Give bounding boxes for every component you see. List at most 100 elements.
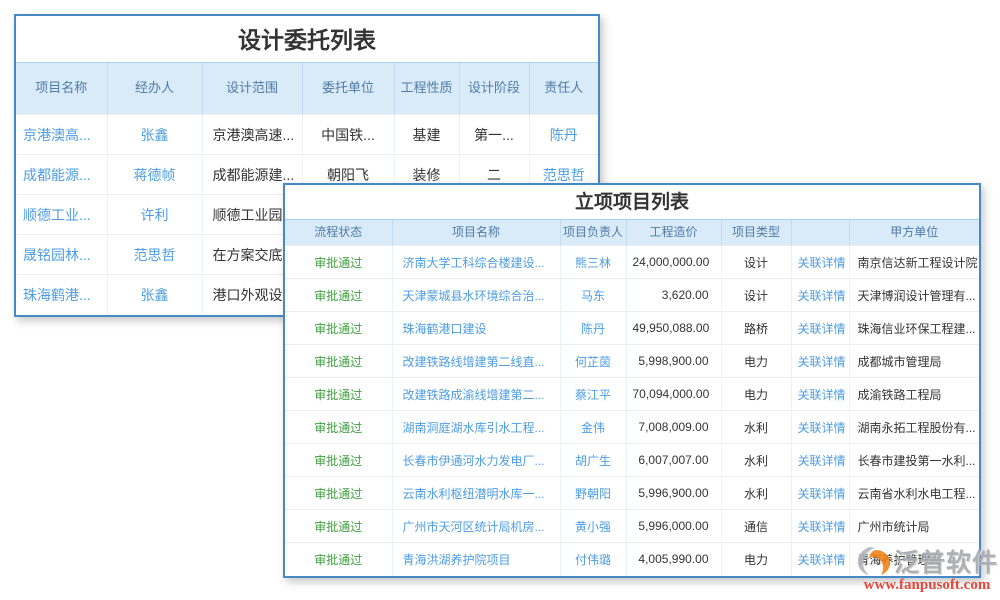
cell-project-cost: 4,005,990.00 (626, 543, 721, 576)
project-initiation-table: 流程状态项目名称项目负责人工程造价项目类型甲方单位 审批通过济南大学工科综合楼建… (285, 219, 979, 576)
column-header-project-cost: 工程造价 (626, 220, 721, 246)
cell-project-leader[interactable]: 蔡江平 (560, 378, 626, 411)
cell-party-a-unit: 长春市建投第一水利... (849, 444, 979, 477)
cell-project-name[interactable]: 晟铭园林... (16, 235, 107, 275)
column-header-project-leader: 项目负责人 (560, 220, 626, 246)
column-header-project-name: 项目名称 (16, 63, 107, 115)
watermark-url-text: www.fanpusoft.com (856, 577, 998, 594)
cell-project-name[interactable]: 改建铁路成渝线增建第二... (392, 378, 560, 411)
cell-detail-link[interactable]: 关联详情 (791, 345, 849, 378)
cell-project-leader[interactable]: 金伟 (560, 411, 626, 444)
cell-project-type: 电力 (721, 378, 791, 411)
cell-detail-link[interactable]: 关联详情 (791, 411, 849, 444)
project-window-title: 立项项目列表 (285, 185, 979, 219)
cell-project-type: 路桥 (721, 312, 791, 345)
column-header-party-a-unit: 甲方单位 (849, 220, 979, 246)
cell-party-a-unit: 天津博润设计管理有... (849, 279, 979, 312)
cell-project-type: 水利 (721, 444, 791, 477)
cell-project-cost: 49,950,088.00 (626, 312, 721, 345)
cell-detail-link[interactable]: 关联详情 (791, 378, 849, 411)
cell-project-leader[interactable]: 黄小强 (560, 510, 626, 543)
cell-project-nature: 基建 (394, 115, 459, 155)
cell-project-cost: 5,996,900.00 (626, 477, 721, 510)
column-header-process-status: 流程状态 (285, 220, 392, 246)
table-row: 审批通过湖南洞庭湖水库引水工程...金伟7,008,009.00水利关联详情湖南… (285, 411, 979, 444)
cell-detail-link[interactable]: 关联详情 (791, 312, 849, 345)
cell-process-status[interactable]: 审批通过 (285, 510, 392, 543)
cell-design-stage: 第一... (459, 115, 529, 155)
cell-project-cost: 70,094,000.00 (626, 378, 721, 411)
cell-project-name[interactable]: 云南水利枢纽潜明水库一... (392, 477, 560, 510)
table-row: 审批通过改建铁路线增建第二线直...何芷茵5,998,900.00电力关联详情成… (285, 345, 979, 378)
table-row: 审批通过长春市伊通河水力发电厂...胡广生6,007,007.00水利关联详情长… (285, 444, 979, 477)
column-header-design-stage: 设计阶段 (459, 63, 529, 115)
cell-detail-link[interactable]: 关联详情 (791, 510, 849, 543)
cell-project-name[interactable]: 济南大学工科综合楼建设... (392, 246, 560, 279)
column-header-handler: 经办人 (107, 63, 202, 115)
project-table-header-row: 流程状态项目名称项目负责人工程造价项目类型甲方单位 (285, 220, 979, 246)
cell-project-leader[interactable]: 胡广生 (560, 444, 626, 477)
cell-handler[interactable]: 许利 (107, 195, 202, 235)
cell-handler[interactable]: 蒋德帧 (107, 155, 202, 195)
cell-detail-link[interactable]: 关联详情 (791, 477, 849, 510)
column-header-design-scope: 设计范围 (202, 63, 302, 115)
cell-party-a-unit: 广州市统计局 (849, 510, 979, 543)
cell-process-status[interactable]: 审批通过 (285, 345, 392, 378)
cell-project-name[interactable]: 京港澳高... (16, 115, 107, 155)
cell-project-type: 水利 (721, 477, 791, 510)
cell-project-cost: 5,998,900.00 (626, 345, 721, 378)
cell-project-leader[interactable]: 野朝阳 (560, 477, 626, 510)
cell-process-status[interactable]: 审批通过 (285, 312, 392, 345)
project-initiation-list-window: 立项项目列表 流程状态项目名称项目负责人工程造价项目类型甲方单位 审批通过济南大… (283, 183, 981, 578)
cell-project-name[interactable]: 珠海鹤港... (16, 275, 107, 315)
cell-project-cost: 6,007,007.00 (626, 444, 721, 477)
table-row: 审批通过广州市天河区统计局机房...黄小强5,996,000.00通信关联详情广… (285, 510, 979, 543)
cell-process-status[interactable]: 审批通过 (285, 378, 392, 411)
cell-project-name[interactable]: 青海洪湖养护院项目 (392, 543, 560, 576)
cell-project-cost: 7,008,009.00 (626, 411, 721, 444)
cell-detail-link[interactable]: 关联详情 (791, 246, 849, 279)
cell-project-leader[interactable]: 熊三林 (560, 246, 626, 279)
cell-project-name[interactable]: 改建铁路线增建第二线直... (392, 345, 560, 378)
cell-project-leader[interactable]: 何芷茵 (560, 345, 626, 378)
fanpu-logo-icon (856, 546, 892, 576)
design-table-header-row: 项目名称经办人设计范围委托单位工程性质设计阶段责任人 (16, 63, 598, 115)
cell-process-status[interactable]: 审批通过 (285, 279, 392, 312)
cell-project-leader[interactable]: 马东 (560, 279, 626, 312)
cell-project-type: 设计 (721, 279, 791, 312)
cell-process-status[interactable]: 审批通过 (285, 444, 392, 477)
cell-party-a-unit: 成都城市管理局 (849, 345, 979, 378)
column-header-project-type: 项目类型 (721, 220, 791, 246)
cell-project-name[interactable]: 长春市伊通河水力发电厂... (392, 444, 560, 477)
cell-project-name[interactable]: 顺德工业... (16, 195, 107, 235)
cell-process-status[interactable]: 审批通过 (285, 477, 392, 510)
column-header-project-nature: 工程性质 (394, 63, 459, 115)
cell-project-leader[interactable]: 陈丹 (560, 312, 626, 345)
cell-party-a-unit: 成渝铁路工程局 (849, 378, 979, 411)
cell-project-cost: 3,620.00 (626, 279, 721, 312)
cell-project-name[interactable]: 珠海鹤港口建设 (392, 312, 560, 345)
cell-project-name[interactable]: 成都能源... (16, 155, 107, 195)
table-row: 审批通过珠海鹤港口建设陈丹49,950,088.00路桥关联详情珠海信业环保工程… (285, 312, 979, 345)
cell-detail-link[interactable]: 关联详情 (791, 543, 849, 576)
cell-client-unit: 中国铁... (302, 115, 394, 155)
cell-project-leader[interactable]: 付伟璐 (560, 543, 626, 576)
cell-process-status[interactable]: 审批通过 (285, 543, 392, 576)
cell-handler[interactable]: 范思哲 (107, 235, 202, 275)
cell-responsible-person[interactable]: 陈丹 (529, 115, 598, 155)
cell-project-name[interactable]: 天津蒙城县水环境综合治... (392, 279, 560, 312)
cell-party-a-unit: 湖南永拓工程股份有... (849, 411, 979, 444)
cell-process-status[interactable]: 审批通过 (285, 246, 392, 279)
cell-detail-link[interactable]: 关联详情 (791, 279, 849, 312)
cell-project-cost: 5,996,000.00 (626, 510, 721, 543)
column-header-detail-link (791, 220, 849, 246)
table-row: 审批通过改建铁路成渝线增建第二...蔡江平70,094,000.00电力关联详情… (285, 378, 979, 411)
cell-project-name[interactable]: 广州市天河区统计局机房... (392, 510, 560, 543)
cell-project-name[interactable]: 湖南洞庭湖水库引水工程... (392, 411, 560, 444)
cell-process-status[interactable]: 审批通过 (285, 411, 392, 444)
cell-handler[interactable]: 张鑫 (107, 275, 202, 315)
cell-project-type: 电力 (721, 543, 791, 576)
cell-project-cost: 24,000,000.00 (626, 246, 721, 279)
cell-detail-link[interactable]: 关联详情 (791, 444, 849, 477)
cell-handler[interactable]: 张鑫 (107, 115, 202, 155)
